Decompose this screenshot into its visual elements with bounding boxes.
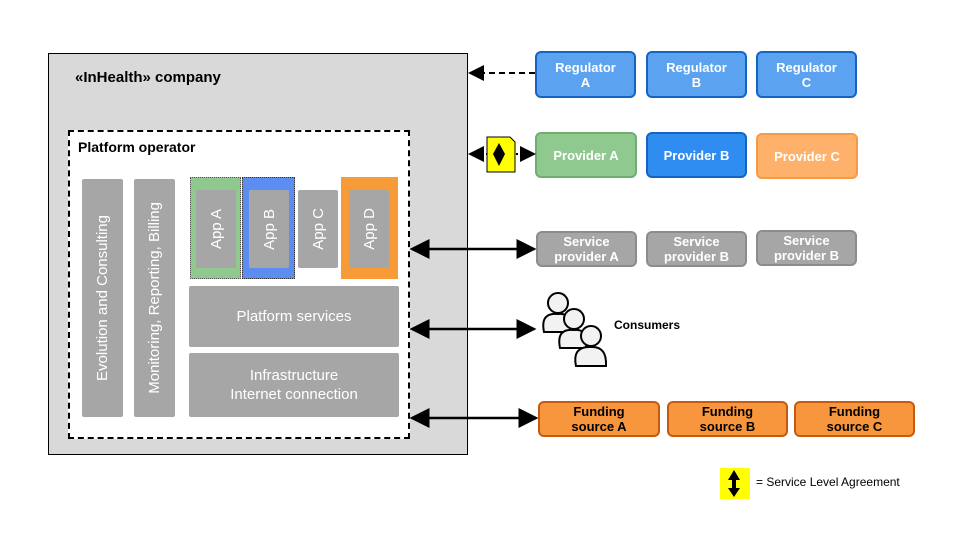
legend-text: = Service Level Agreement bbox=[756, 475, 900, 489]
connectors bbox=[409, 65, 750, 499]
legend-sla-icon bbox=[720, 468, 750, 499]
people-icon bbox=[542, 292, 608, 367]
sla-icon bbox=[486, 136, 516, 173]
consumers-label: Consumers bbox=[614, 318, 681, 332]
